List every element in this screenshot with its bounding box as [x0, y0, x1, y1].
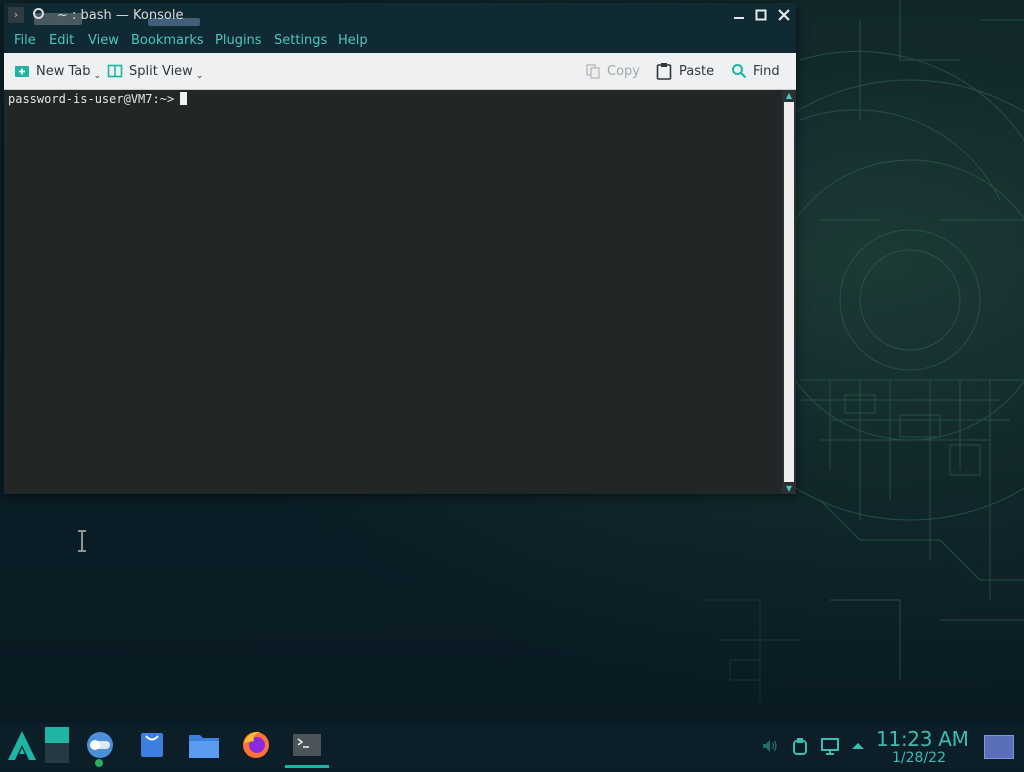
- copy-label: Copy: [607, 63, 640, 79]
- app-launcher-button[interactable]: [4, 723, 44, 768]
- terminal-area[interactable]: password-is-user@VM7:~>: [4, 90, 782, 552]
- menu-help[interactable]: Help: [338, 33, 368, 48]
- split-view-label: Split View: [129, 63, 193, 79]
- paste-icon: [656, 63, 672, 80]
- find-button[interactable]: Find: [731, 53, 780, 89]
- menu-edit[interactable]: Edit: [49, 33, 74, 48]
- show-desktop-icon: [45, 727, 69, 763]
- paste-label: Paste: [679, 63, 715, 79]
- copy-icon: [586, 64, 600, 79]
- menu-plugins[interactable]: Plugins: [215, 33, 262, 48]
- store-icon: [141, 733, 163, 757]
- window-title: ~ : bash — Konsole: [57, 8, 184, 23]
- new-tab-button[interactable]: New Tab ⌄: [14, 53, 101, 89]
- new-tab-label: New Tab: [36, 63, 91, 79]
- discover-button[interactable]: [80, 723, 120, 768]
- split-view-button[interactable]: Split View ⌄: [107, 53, 203, 89]
- file-manager-button[interactable]: [184, 723, 224, 768]
- clock-time[interactable]: 11:23 AM: [876, 727, 969, 751]
- konsole-icon: [293, 734, 321, 756]
- prompt-text: password-is-user@VM7:~>: [8, 92, 175, 106]
- pin-icon[interactable]: [33, 8, 44, 19]
- terminal-scrollbar[interactable]: ▲ ▼: [782, 90, 796, 494]
- desktop-pager[interactable]: [984, 735, 1014, 759]
- konsole-taskbar-button[interactable]: [285, 723, 329, 768]
- clock-date[interactable]: 1/28/22: [892, 750, 946, 766]
- main-toolbar: New Tab ⌄ Split View ⌄ Copy Paste Find: [4, 53, 796, 90]
- terminal-prompt-line: password-is-user@VM7:~>: [8, 92, 188, 106]
- firefox-icon: [243, 731, 269, 758]
- window-menu-button[interactable]: ›: [8, 7, 24, 23]
- scroll-up-icon[interactable]: ▲: [784, 92, 794, 100]
- close-icon[interactable]: [776, 7, 792, 23]
- store-button[interactable]: [132, 723, 172, 768]
- clipboard-tray-icon[interactable]: [790, 736, 810, 756]
- file-manager-icon: [189, 735, 219, 758]
- search-icon: [732, 64, 747, 79]
- split-view-icon: [107, 64, 123, 78]
- konsole-window[interactable]: › ~ : bash — Konsole File Edit View Book…: [4, 3, 796, 552]
- split-view-dropdown-icon[interactable]: ⌄: [196, 71, 204, 81]
- taskbar: [0, 723, 1024, 768]
- terminal-cursor: [180, 92, 188, 105]
- show-desktop-button[interactable]: [40, 723, 80, 768]
- maximize-icon[interactable]: [753, 7, 769, 23]
- ibeam-cursor-icon: [78, 530, 86, 552]
- paste-button[interactable]: Paste: [655, 53, 714, 89]
- window-titlebar[interactable]: › ~ : bash — Konsole: [4, 3, 796, 28]
- scrollbar-track[interactable]: [784, 102, 794, 482]
- discover-icon: [87, 732, 113, 767]
- tray-expand-icon[interactable]: [848, 736, 868, 756]
- new-tab-icon: [15, 66, 29, 77]
- new-tab-dropdown-icon[interactable]: ⌄: [94, 71, 102, 81]
- scroll-down-icon[interactable]: ▼: [784, 485, 794, 493]
- volume-icon[interactable]: [760, 736, 780, 756]
- menu-settings[interactable]: Settings: [274, 33, 327, 48]
- copy-button[interactable]: Copy: [585, 53, 640, 89]
- app-launcher-icon: [8, 731, 36, 760]
- minimize-icon[interactable]: [731, 7, 747, 23]
- find-label: Find: [753, 63, 780, 79]
- network-icon[interactable]: [820, 736, 840, 756]
- firefox-button[interactable]: [236, 723, 276, 768]
- menu-file[interactable]: File: [14, 33, 36, 48]
- menu-view[interactable]: View: [88, 33, 119, 48]
- menu-bookmarks[interactable]: Bookmarks: [131, 33, 204, 48]
- menubar: File Edit View Bookmarks Plugins Setting…: [4, 28, 796, 53]
